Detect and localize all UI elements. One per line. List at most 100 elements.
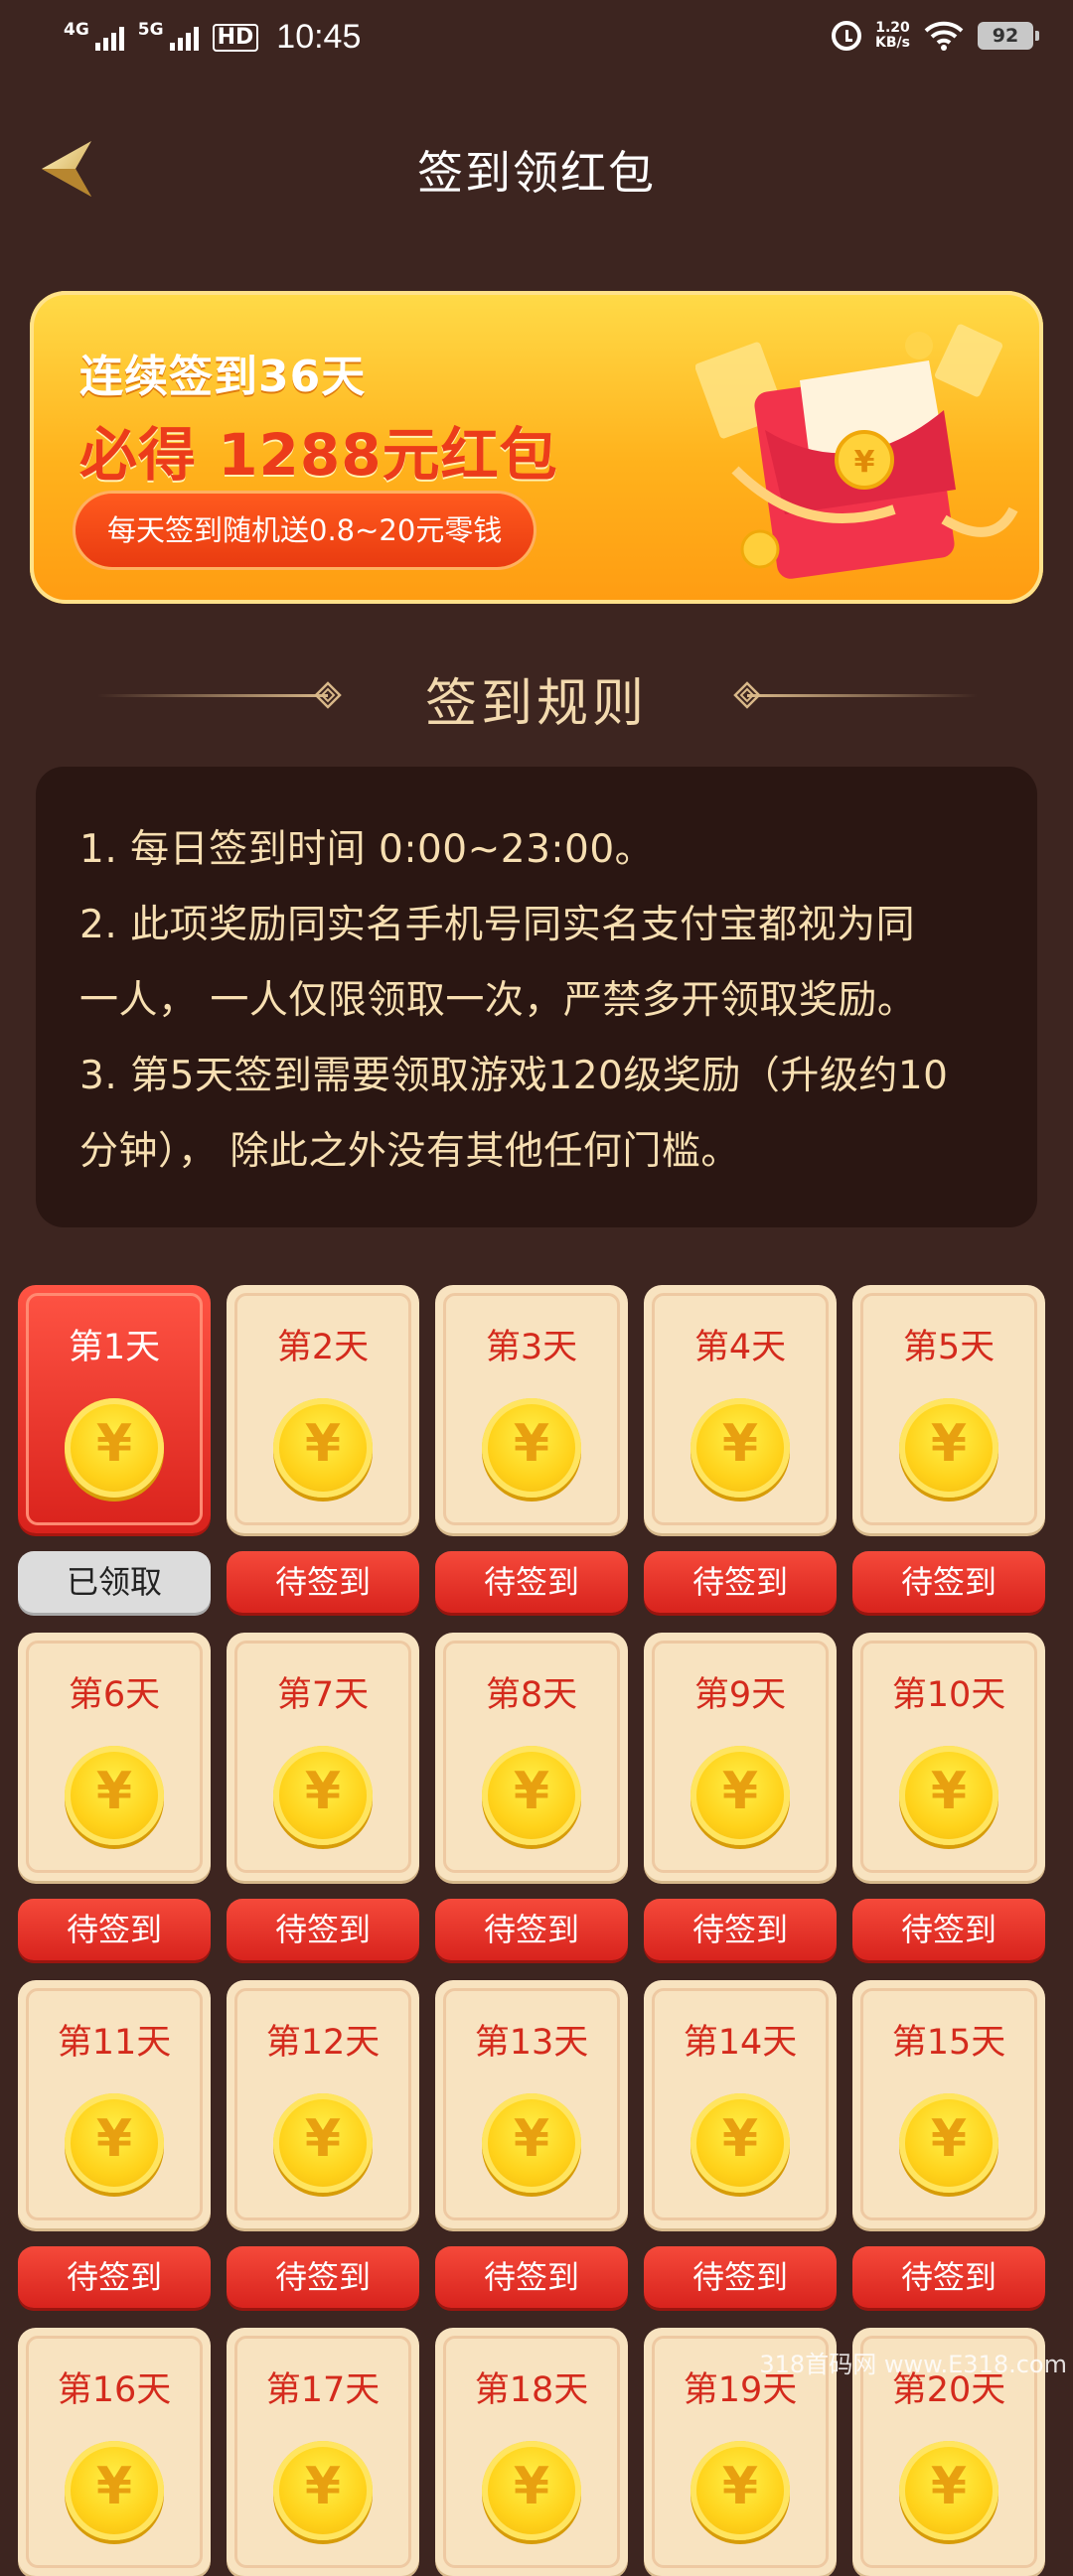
coin-symbol: ¥	[930, 1414, 968, 1474]
svg-text:¥: ¥	[854, 445, 875, 480]
day-label: 第14天	[683, 2023, 798, 2063]
hd-voice-icon: HD	[212, 23, 259, 52]
day-label: 第12天	[265, 2023, 381, 2063]
checkin-button[interactable]: 待签到	[435, 1551, 628, 1613]
coin-icon: ¥	[273, 2441, 373, 2540]
day-label: 第1天	[68, 1328, 161, 1367]
coin-icon: ¥	[690, 1746, 790, 1845]
day-card[interactable]: 第16天 ¥	[18, 2328, 211, 2576]
rules-header: 签到规则	[0, 655, 1073, 735]
coin-symbol: ¥	[513, 2457, 550, 2516]
coin-icon: ¥	[482, 2441, 581, 2540]
checkin-button[interactable]: 待签到	[644, 1899, 837, 1960]
day-label: 第2天	[276, 1328, 370, 1367]
coin-icon: ¥	[899, 1746, 998, 1845]
coin-symbol: ¥	[304, 2457, 342, 2516]
day-card[interactable]: 第6天 ¥	[18, 1633, 211, 1881]
checkin-button[interactable]: 待签到	[644, 2246, 837, 2308]
status-bar: 4G 5G HD 10:45 1.20 KB/s 92	[0, 0, 1073, 83]
checkin-button[interactable]: 待签到	[435, 2246, 628, 2308]
day-label: 第9天	[693, 1675, 787, 1715]
day-card[interactable]: 第18天 ¥	[435, 2328, 628, 2576]
rule-line: 一人， 一人仅限领取一次，严禁多开领取奖励。	[79, 978, 917, 1023]
clock: 10:45	[276, 18, 362, 56]
coin-symbol: ¥	[95, 1414, 133, 1474]
coin-symbol: ¥	[721, 1414, 759, 1474]
coin-symbol: ¥	[304, 1762, 342, 1821]
speed-value: 1.20	[875, 20, 910, 36]
speed-unit: KB/s	[875, 35, 910, 51]
day-label: 第18天	[474, 2370, 589, 2410]
checkin-button[interactable]: 待签到	[18, 1899, 211, 1960]
day-label: 第16天	[57, 2370, 172, 2410]
coin-icon: ¥	[690, 2093, 790, 2193]
watermark: 318首码网 www.E318.com	[759, 2351, 1067, 2378]
day-card[interactable]: 第9天 ¥	[644, 1633, 837, 1881]
coin-icon: ¥	[482, 2093, 581, 2193]
coin-icon: ¥	[65, 2441, 164, 2540]
day-label: 第11天	[57, 2023, 172, 2063]
day-card[interactable]: 第11天 ¥	[18, 1980, 211, 2228]
signal-5g-icon: 5G	[138, 21, 199, 51]
coin-symbol: ¥	[95, 2457, 133, 2516]
rule-line: 分钟）， 除此之外没有其他任何门槛。	[79, 1129, 740, 1174]
day-card[interactable]: 第12天 ¥	[227, 1980, 419, 2228]
coin-icon: ¥	[65, 1746, 164, 1845]
rules-title: 签到规则	[424, 674, 648, 734]
day-label: 第8天	[485, 1675, 578, 1715]
coin-icon: ¥	[899, 1398, 998, 1498]
banner-reward-text: 必得 1288元红包	[79, 421, 558, 489]
day-label: 第4天	[693, 1328, 787, 1367]
checkin-button[interactable]: 待签到	[852, 1899, 1045, 1960]
day-card[interactable]: 第1天 ¥	[18, 1285, 211, 1533]
day-card[interactable]: 第17天 ¥	[227, 2328, 419, 2576]
day-card[interactable]: 第5天 ¥	[852, 1285, 1045, 1533]
day-label: 第15天	[891, 2023, 1006, 2063]
day-card[interactable]: 第13天 ¥	[435, 1980, 628, 2228]
day-card[interactable]: 第14天 ¥	[644, 1980, 837, 2228]
divider-right	[747, 694, 978, 697]
checkin-button[interactable]: 待签到	[227, 2246, 419, 2308]
rule-line: 1. 每日签到时间 0:00~23:00。	[79, 827, 655, 872]
checkin-button[interactable]: 待签到	[644, 1551, 837, 1613]
day-label: 第7天	[276, 1675, 370, 1715]
checkin-button[interactable]: 待签到	[18, 2246, 211, 2308]
promo-banner[interactable]: 连续签到36天 必得 1288元红包 每天签到随机送0.8~20元零钱 ¥	[30, 291, 1043, 604]
day-card[interactable]: 第8天 ¥	[435, 1633, 628, 1881]
coin-icon: ¥	[273, 1398, 373, 1498]
day-card[interactable]: 第7天 ¥	[227, 1633, 419, 1881]
coin-icon: ¥	[690, 1398, 790, 1498]
day-card[interactable]: 第2天 ¥	[227, 1285, 419, 1533]
red-packet-icon: ¥	[695, 324, 1018, 579]
coin-icon: ¥	[273, 2093, 373, 2193]
coin-symbol: ¥	[930, 2109, 968, 2169]
day-card[interactable]: 第15天 ¥	[852, 1980, 1045, 2228]
coin-icon: ¥	[65, 2093, 164, 2193]
coin-icon: ¥	[482, 1398, 581, 1498]
day-card[interactable]: 第3天 ¥	[435, 1285, 628, 1533]
checkin-button[interactable]: 待签到	[852, 1551, 1045, 1613]
checkin-button[interactable]: 待签到	[435, 1899, 628, 1960]
alarm-icon	[832, 21, 862, 51]
day-card[interactable]: 第4天 ¥	[644, 1285, 837, 1533]
coin-symbol: ¥	[721, 2109, 759, 2169]
network-speed: 1.20 KB/s	[875, 21, 910, 51]
coin-symbol: ¥	[304, 1414, 342, 1474]
rules-card: 1. 每日签到时间 0:00~23:00。 2. 此项奖励同实名手机号同实名支付…	[36, 767, 1037, 1227]
coin-symbol: ¥	[95, 1762, 133, 1821]
battery-icon: 92	[978, 22, 1039, 50]
checkin-button[interactable]: 待签到	[852, 2246, 1045, 2308]
rule-line: 2. 此项奖励同实名手机号同实名支付宝都视为同	[79, 903, 916, 947]
rule-line: 3. 第5天签到需要领取游戏120级奖励（升级约10	[79, 1054, 949, 1098]
day-label: 第5天	[902, 1328, 996, 1367]
page-title: 签到领红包	[417, 146, 656, 200]
signal-4g-icon: 4G	[64, 19, 124, 51]
checkin-button[interactable]: 待签到	[227, 1899, 419, 1960]
day-card[interactable]: 第10天 ¥	[852, 1633, 1045, 1881]
claimed-button[interactable]: 已领取	[18, 1551, 211, 1613]
network-label-1: 4G	[64, 19, 89, 40]
checkin-button[interactable]: 待签到	[227, 1551, 419, 1613]
day-label: 第13天	[474, 2023, 589, 2063]
coin-symbol: ¥	[513, 1414, 550, 1474]
coin-icon: ¥	[273, 1746, 373, 1845]
